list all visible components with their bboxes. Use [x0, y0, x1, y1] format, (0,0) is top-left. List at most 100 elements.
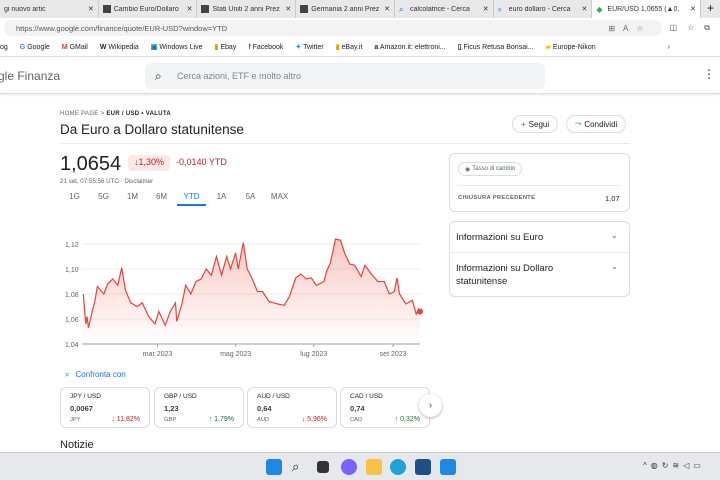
chevron-down-icon[interactable]: ⌄	[611, 262, 618, 271]
bookmark[interactable]: M GMail	[62, 44, 88, 51]
close-icon[interactable]: ✕	[285, 5, 291, 13]
x-tick-label: lug 2023	[300, 351, 327, 358]
range-tab[interactable]: MAX	[265, 192, 294, 206]
browser-tab-active[interactable]: ◆ EUR/USD 1,0655 (▲0, ✕	[592, 0, 701, 18]
range-tab[interactable]: 1M	[118, 192, 147, 206]
finance-header: gle Finanza ⌕ Cerca azioni, ETF e molto a…	[0, 57, 720, 94]
range-tab[interactable]: 5G	[89, 192, 118, 206]
browser-tab[interactable]: Cambio Euro/Dollaro ✕	[99, 0, 198, 18]
y-tick-label: 1,06	[65, 317, 79, 324]
breadcrumb-home[interactable]: HOME PAGE	[60, 111, 99, 117]
browser-tab[interactable]: Germania 2 anni Prez ✕	[296, 0, 395, 18]
bookmark[interactable]: ▣ Windows Live	[151, 43, 203, 51]
task-view-icon[interactable]	[317, 461, 329, 473]
compare-card[interactable]: GBP / USD 1,23 GBP ↑ 1,79%	[154, 387, 244, 428]
bookmarks-bar: og G Google M GMail W Wikipedia ▣ Window…	[0, 38, 720, 57]
bookmark[interactable]: og	[0, 44, 8, 51]
compare-button[interactable]: ⌕ Confronta con	[65, 370, 126, 380]
divider	[458, 185, 620, 186]
app-icon[interactable]	[440, 459, 456, 475]
apps-grid-icon[interactable]: ⋮⋮	[703, 67, 720, 81]
google-finance-icon: ◆	[596, 5, 603, 14]
investing-icon	[300, 5, 309, 13]
browser-tab[interactable]: ⌕ euro dollaro - Cerca ✕	[494, 0, 593, 18]
search-icon: ⌕	[398, 5, 404, 14]
breadcrumb-current: EUR / USD • VALUTA	[106, 111, 171, 117]
bookmark[interactable]: ▮ Ebay	[215, 43, 237, 51]
investing-icon	[201, 5, 210, 13]
site-icon	[102, 5, 111, 13]
close-icon[interactable]: ✕	[384, 5, 390, 13]
range-tab[interactable]: 1G	[60, 192, 89, 206]
y-tick-label: 1,12	[65, 242, 79, 249]
range-tabs: 1G 5G 1M 6M YTD 1A 5A MAX	[60, 192, 294, 206]
bookmark[interactable]: f Facebook	[248, 44, 283, 51]
share-button[interactable]: ⤳ Condividi	[566, 115, 627, 133]
range-tab[interactable]: 1A	[207, 192, 236, 206]
tab-bar: gi nuovo artic ✕ Cambio Euro/Dollaro ✕ Sta…	[0, 0, 720, 18]
browser-tab[interactable]: gi nuovo artic ✕	[0, 0, 99, 18]
compare-card[interactable]: JPY / USD 0,0067 JPY ↓ 11,82%	[60, 387, 150, 428]
logo[interactable]: gle Finanza	[0, 69, 60, 83]
range-tab[interactable]: 6M	[147, 192, 176, 206]
compare-card[interactable]: AUD / USD 0,64 AUD ↓ 5,96%	[247, 387, 337, 428]
bookmark[interactable]: ▰ Europe-Nikon	[545, 43, 595, 51]
currency-icon: ◉	[465, 166, 471, 173]
bookmark[interactable]: a Amazon.it: elettroni...	[374, 44, 445, 51]
edge-icon[interactable]	[390, 459, 406, 475]
search-input[interactable]: ⌕ Cerca azioni, ETF e molto altro	[145, 63, 545, 89]
breadcrumb: HOME PAGE > EUR / USD • VALUTA	[60, 111, 171, 117]
change-percent-badge: ↓1,30%	[128, 155, 171, 171]
divider	[60, 143, 630, 144]
search-icon[interactable]: ⌕	[292, 459, 308, 475]
price-chart[interactable]: 1,12 1,10 1,08 1,06 1,04 mar 2023 mag 2023 lug …	[55, 233, 430, 363]
start-icon[interactable]	[266, 459, 282, 475]
close-icon[interactable]: ✕	[582, 5, 588, 13]
browser-tab[interactable]: ⌕ calcolatrice - Cerca ✕	[395, 0, 494, 18]
range-tab-selected[interactable]: YTD	[177, 192, 206, 206]
change-absolute: -0,0140 YTD	[176, 157, 227, 167]
browser-tab[interactable]: Stati Uniti 2 anni Prez ✕	[197, 0, 297, 18]
close-icon[interactable]: ✕	[187, 5, 193, 13]
chat-icon[interactable]	[341, 459, 357, 475]
url-field[interactable]: https://www.google.com/finance/quote/EUR…	[4, 20, 662, 36]
y-tick-label: 1,10	[65, 267, 79, 274]
bookmark[interactable]: W Wikipedia	[100, 44, 139, 51]
exchange-rate-badge: ◉ Tasso di cambio	[458, 162, 523, 176]
bookmark[interactable]: G Google	[20, 44, 50, 51]
page-title: Da Euro a Dollaro statunitense	[60, 122, 244, 137]
chevron-right-icon[interactable]: ›	[668, 44, 670, 51]
next-arrow-button[interactable]: ›	[419, 394, 442, 417]
x-tick-label: mag 2023	[220, 351, 251, 358]
prev-close-value: 1,07	[605, 194, 620, 203]
search-icon: ⌕	[65, 370, 70, 379]
bookmark[interactable]: ✦ Twitter	[295, 43, 323, 51]
search-icon: ⌕	[155, 68, 162, 83]
divider	[449, 252, 630, 253]
about-dollar[interactable]: Informazioni su Dollaro statunitense	[456, 262, 596, 288]
bookmark[interactable]: ▮ eBay.it	[336, 43, 363, 51]
range-tab[interactable]: 5A	[236, 192, 265, 206]
about-euro[interactable]: Informazioni su Euro	[456, 231, 596, 244]
close-icon[interactable]: ✕	[88, 5, 94, 13]
current-price: 1,0654	[60, 153, 122, 175]
last-point-marker	[417, 308, 423, 315]
system-tray-icons[interactable]: ^◍↻≋◁▭	[643, 461, 705, 470]
address-bar-icons[interactable]: ⊞A☆	[608, 24, 651, 33]
new-tab-button[interactable]: +	[701, 0, 720, 18]
follow-button[interactable]: + Segui	[512, 115, 559, 133]
close-icon[interactable]: ✕	[483, 5, 489, 13]
store-icon[interactable]	[415, 459, 431, 475]
prev-close-label: CHIUSURA PRECEDENTE	[458, 195, 536, 201]
y-tick-label: 1,08	[65, 292, 79, 299]
bookmark[interactable]: ▯ Ficus Retusa Bonsai...	[458, 43, 534, 51]
toolbar-icons[interactable]: ◫☆⧉	[670, 23, 720, 33]
compare-card[interactable]: CAD / USD 0,74 CAD ↑ 0,32%	[340, 387, 430, 428]
address-bar-row: https://www.google.com/finance/quote/EUR…	[0, 18, 720, 38]
close-icon[interactable]: ✕	[690, 5, 696, 13]
news-heading: Notizie	[60, 439, 94, 451]
x-tick-label: mar 2023	[143, 351, 173, 358]
y-tick-label: 1,04	[65, 342, 79, 349]
file-explorer-icon[interactable]	[366, 459, 382, 475]
chevron-down-icon[interactable]: ⌄	[611, 231, 618, 240]
